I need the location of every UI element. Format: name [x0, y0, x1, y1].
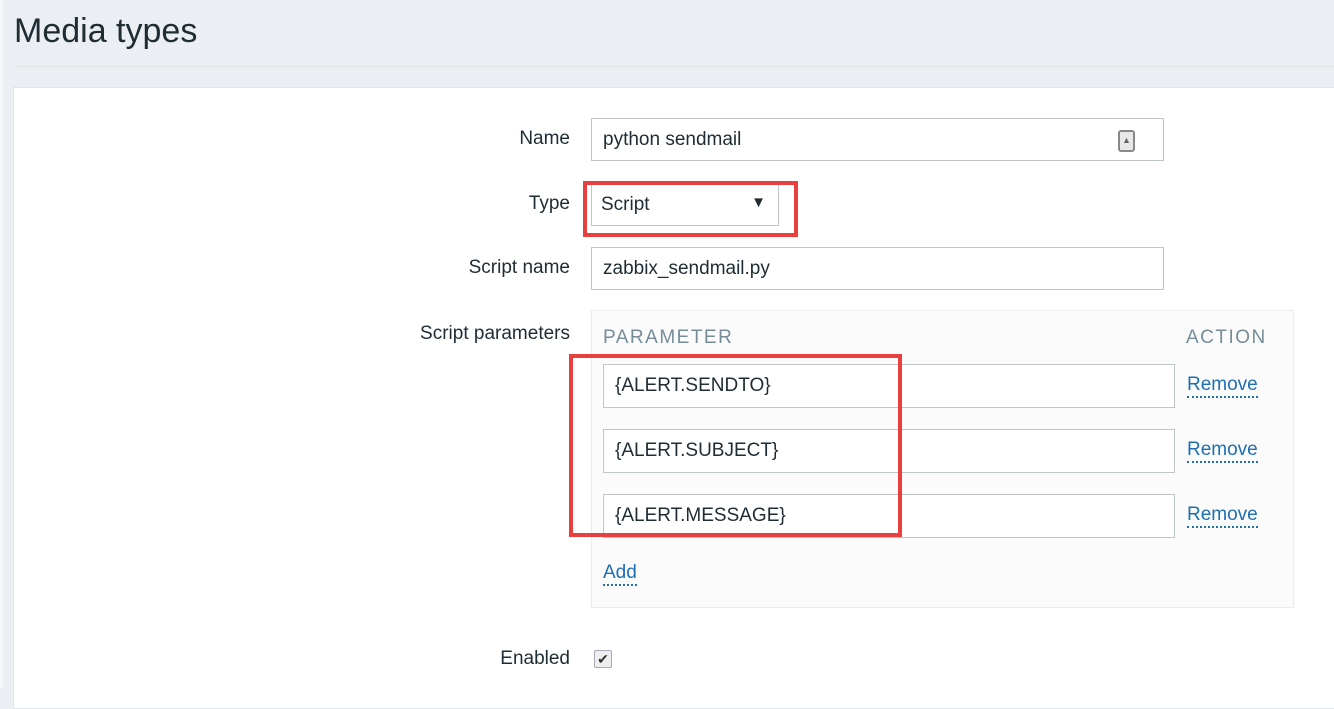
name-input[interactable]: python sendmail ▲ — [591, 118, 1164, 161]
script-name-label: Script name — [468, 257, 570, 278]
remove-parameter-link[interactable]: Remove — [1187, 504, 1258, 528]
script-parameters-label: Script parameters — [420, 323, 570, 344]
enabled-label: Enabled — [500, 648, 570, 669]
script-name-input[interactable]: zabbix_sendmail.py — [591, 247, 1164, 290]
highlight-box-parameters — [569, 354, 902, 537]
page-edge — [0, 0, 3, 688]
checkmark-icon: ✔ — [597, 651, 609, 667]
enabled-checkbox[interactable]: ✔ — [594, 650, 612, 668]
header-divider — [14, 66, 1334, 67]
type-label: Type — [528, 193, 570, 214]
page-title: Media types — [14, 12, 198, 50]
remove-parameter-link[interactable]: Remove — [1187, 374, 1258, 398]
name-value: python sendmail — [603, 128, 742, 150]
add-parameter-link[interactable]: Add — [603, 562, 637, 586]
script-name-value: zabbix_sendmail.py — [603, 257, 770, 279]
highlight-box-type — [583, 181, 798, 237]
contact-card-icon[interactable]: ▲ — [1118, 130, 1135, 152]
column-header-parameter: PARAMETER — [603, 327, 734, 348]
remove-parameter-link[interactable]: Remove — [1187, 439, 1258, 463]
column-header-action: ACTION — [1186, 327, 1267, 348]
name-label: Name — [519, 128, 570, 149]
